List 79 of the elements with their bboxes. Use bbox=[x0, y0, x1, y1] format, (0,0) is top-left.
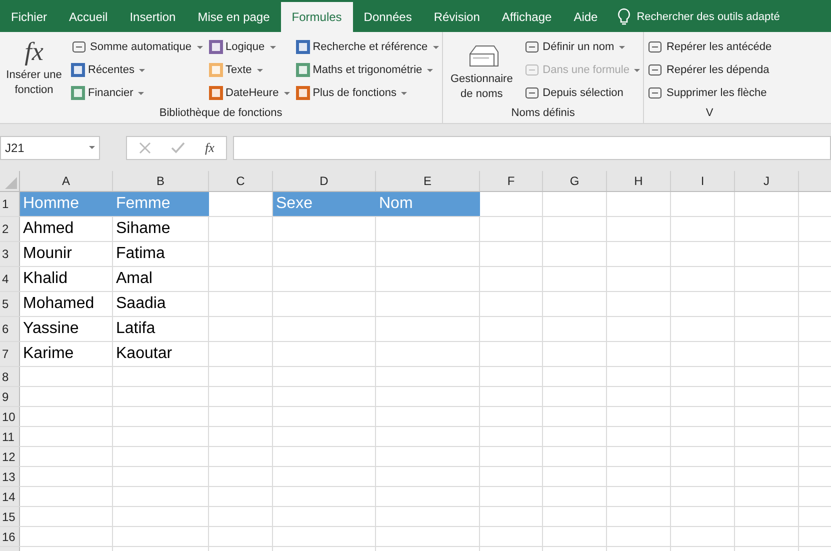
row-header[interactable]: 1 bbox=[0, 192, 20, 216]
check-icon[interactable] bbox=[171, 142, 185, 154]
ribbon-tab[interactable]: Accueil bbox=[58, 2, 119, 32]
ribbon-tab[interactable]: Révision bbox=[422, 2, 491, 32]
column-header[interactable]: G bbox=[543, 171, 607, 191]
ribbon-command[interactable]: Repérer les antécéde bbox=[647, 37, 772, 57]
row-header[interactable]: 15 bbox=[0, 507, 20, 526]
ribbon-tab[interactable]: Données bbox=[352, 2, 423, 32]
table-cell: Mounir bbox=[20, 242, 113, 266]
group-label: V bbox=[704, 106, 714, 121]
table-cell: Khalid bbox=[20, 267, 113, 291]
column-header[interactable]: A bbox=[20, 171, 113, 191]
column-header[interactable]: D bbox=[273, 171, 376, 191]
lightbulb-icon bbox=[616, 8, 631, 26]
row-header[interactable]: 4 bbox=[0, 267, 20, 291]
row-header[interactable]: 2 bbox=[0, 217, 20, 241]
ribbon-command[interactable]: Repérer les dépenda bbox=[647, 60, 772, 80]
caret-icon bbox=[89, 146, 95, 149]
ribbon-tab[interactable]: Fichier bbox=[0, 2, 58, 32]
ribbon-command[interactable]: Recherche et référence bbox=[296, 37, 439, 57]
row-header[interactable]: 16 bbox=[0, 527, 20, 546]
row-header[interactable]: 14 bbox=[0, 487, 20, 506]
ribbon-tab[interactable]: Aide bbox=[562, 2, 609, 32]
table-cell: Fatima bbox=[113, 242, 209, 266]
ribbon-command[interactable]: Logique bbox=[208, 37, 290, 57]
table-cell: Kaoutar bbox=[113, 342, 209, 366]
column-header[interactable]: B bbox=[113, 171, 209, 191]
column-header[interactable]: F bbox=[480, 171, 543, 191]
ribbon-command[interactable]: Plus de fonctions bbox=[296, 83, 439, 103]
row-header[interactable]: 3 bbox=[0, 242, 20, 266]
table-cell: Mohamed bbox=[20, 292, 113, 316]
column-header[interactable]: I bbox=[671, 171, 735, 191]
table-cell: Yassine bbox=[20, 317, 113, 341]
tell-me-search[interactable]: Rechercher des outils adapté bbox=[608, 2, 780, 32]
ribbon-tab[interactable]: Formules bbox=[280, 2, 353, 32]
ribbon-tab[interactable]: Insertion bbox=[118, 2, 187, 32]
insert-function-button[interactable]: fx Insérer une fonction bbox=[3, 34, 65, 105]
table-cell: Ahmed bbox=[20, 217, 113, 241]
column-header[interactable]: C bbox=[209, 171, 273, 191]
row-header[interactable]: 11 bbox=[0, 427, 20, 446]
row-header[interactable]: 13 bbox=[0, 467, 20, 486]
ribbon-command[interactable]: Récentes bbox=[71, 60, 202, 80]
ribbon-command[interactable]: Maths et trigonométrie bbox=[296, 60, 439, 80]
table-cell: Karime bbox=[20, 342, 113, 366]
name-box[interactable]: J21 bbox=[0, 136, 100, 160]
ribbon-command[interactable]: Supprimer les flèche bbox=[647, 83, 772, 103]
ribbon-command[interactable]: DateHeure bbox=[208, 83, 290, 103]
select-all-icon[interactable] bbox=[5, 177, 17, 189]
ribbon-tab[interactable]: Affichage bbox=[490, 2, 563, 32]
row-header[interactable]: 5 bbox=[0, 292, 20, 316]
name-manager-button[interactable]: Gestionnaire de noms bbox=[446, 34, 518, 105]
row-header[interactable]: 6 bbox=[0, 317, 20, 341]
ribbon-command[interactable]: Financier bbox=[71, 83, 202, 103]
table-cell: Femme bbox=[113, 192, 209, 216]
cancel-icon[interactable] bbox=[139, 142, 151, 154]
ribbon-command[interactable]: Depuis sélection bbox=[524, 83, 640, 103]
table-cell: Sexe bbox=[273, 192, 376, 216]
table-cell: Nom bbox=[376, 192, 480, 216]
insert-function-button[interactable]: fx bbox=[205, 140, 214, 156]
group-label: Noms définis bbox=[510, 106, 576, 121]
table-cell: Latifa bbox=[113, 317, 209, 341]
ribbon-command[interactable]: Somme automatique bbox=[71, 37, 202, 57]
row-header[interactable]: 7 bbox=[0, 342, 20, 366]
row-header[interactable]: 10 bbox=[0, 407, 20, 426]
ribbon-command[interactable]: Texte bbox=[208, 60, 290, 80]
ribbon-tab[interactable]: Mise en page bbox=[186, 2, 281, 32]
column-header[interactable]: E bbox=[376, 171, 480, 191]
table-cell: Amal bbox=[113, 267, 209, 291]
row-header[interactable]: 8 bbox=[0, 367, 20, 386]
table-cell: Saadia bbox=[113, 292, 209, 316]
table-cell: Sihame bbox=[113, 217, 209, 241]
table-cell: Homme bbox=[20, 192, 113, 216]
column-header[interactable]: H bbox=[607, 171, 671, 191]
group-label: Bibliothèque de fonctions bbox=[158, 106, 284, 121]
row-header[interactable]: 9 bbox=[0, 387, 20, 406]
ribbon-command[interactable]: Définir un nom bbox=[524, 37, 640, 57]
formula-input[interactable] bbox=[233, 136, 831, 160]
column-header[interactable]: J bbox=[735, 171, 799, 191]
row-header[interactable]: 12 bbox=[0, 447, 20, 466]
